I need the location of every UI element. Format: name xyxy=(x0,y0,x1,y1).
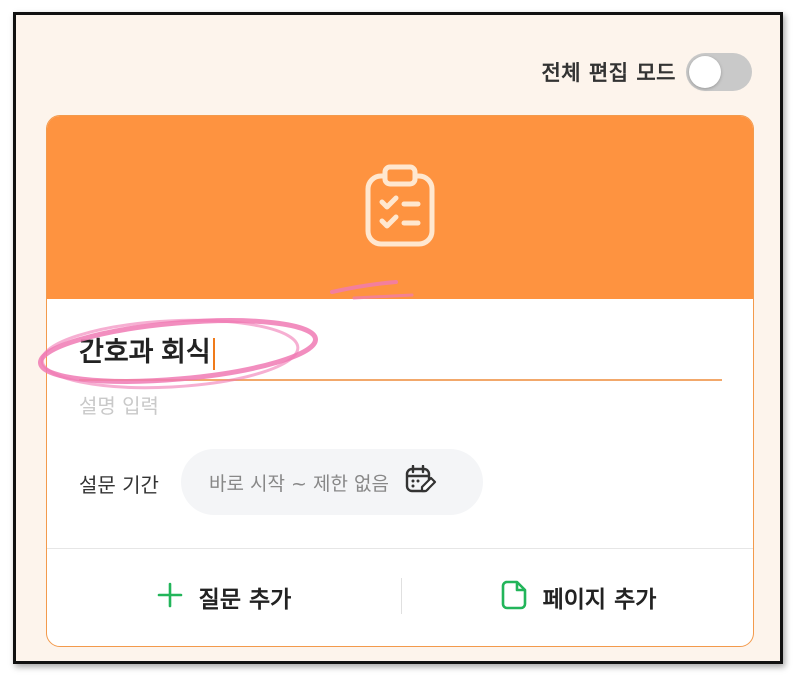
toggle-knob xyxy=(689,56,721,88)
edit-mode-toggle[interactable] xyxy=(686,53,752,91)
page-icon xyxy=(501,580,527,614)
edit-mode-row: 전체 편집 모드 xyxy=(541,53,752,91)
add-page-label: 페이지 추가 xyxy=(542,587,657,613)
survey-title-text: 간호과 회식 xyxy=(79,330,215,370)
survey-period-label: 설문 기간 xyxy=(79,473,159,497)
plus-icon xyxy=(157,582,183,612)
survey-title-input[interactable]: 간호과 회식 xyxy=(79,324,722,381)
survey-card: 간호과 회식 설명 입력 설문 기간 바로 시작 ~ 제한 없음 질문 추가 페… xyxy=(46,115,754,647)
add-question-button[interactable]: 질문 추가 xyxy=(47,556,401,638)
add-page-button[interactable]: 페이지 추가 xyxy=(402,556,753,638)
screenshot-frame: 전체 편집 모드 간호과 회식 설명 입력 설문 기간 바로 시작 ~ 제한 없… xyxy=(13,12,783,664)
survey-cover[interactable] xyxy=(47,116,753,299)
edit-mode-label: 전체 편집 모드 xyxy=(541,61,676,85)
clipboard-checklist-icon xyxy=(360,164,440,252)
add-question-label: 질문 추가 xyxy=(198,587,292,613)
description-input[interactable]: 설명 입력 xyxy=(79,390,159,419)
card-divider xyxy=(47,548,753,549)
text-caret xyxy=(212,337,215,370)
survey-period-value: 바로 시작 ~ 제한 없음 xyxy=(209,472,389,495)
calendar-edit-icon xyxy=(405,464,437,499)
survey-period-selector[interactable]: 바로 시작 ~ 제한 없음 xyxy=(181,449,483,515)
